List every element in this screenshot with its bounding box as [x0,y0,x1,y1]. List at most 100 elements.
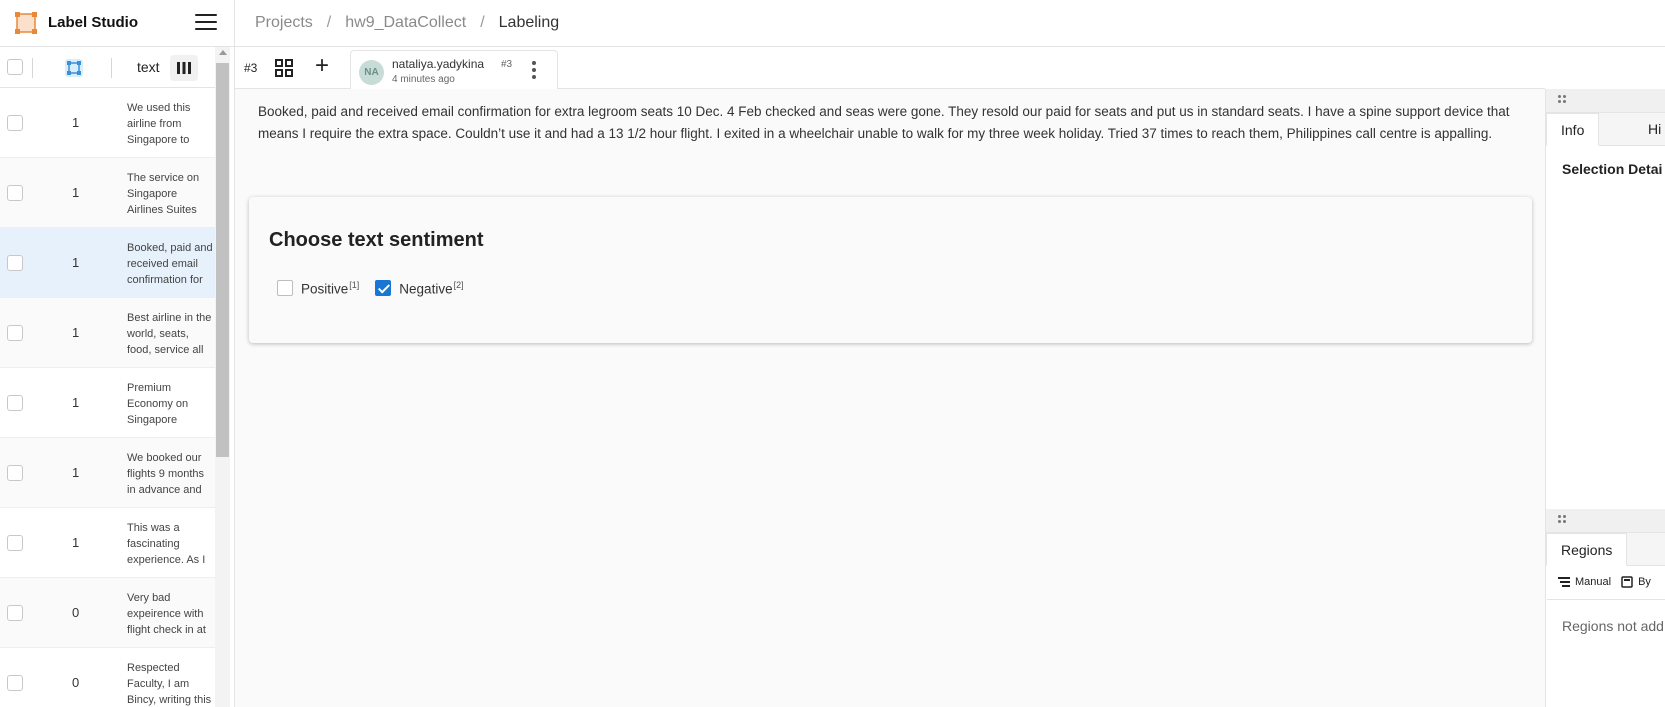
row-snippet: This was a fascinating experience. As I … [127,522,206,566]
brand: Label Studio [0,0,235,47]
row-checkbox[interactable] [7,535,23,551]
selection-details-title: Selection Detai [1562,161,1663,177]
columns-toggle-button[interactable] [170,55,198,81]
app-name: Label Studio [48,14,138,31]
choice-negative[interactable]: Negative[2] [375,280,464,297]
tab-regions[interactable]: Regions [1546,533,1628,566]
choice-label: Positive [301,281,349,297]
task-list-scrollbar[interactable] [215,47,230,707]
sort-icon [1558,577,1570,587]
group-by-label: By [1638,576,1651,588]
regions-panel-drag-handle[interactable] [1546,509,1665,533]
more-options-icon[interactable] [531,61,537,81]
task-list-panel: text 1 We used this airline from Singapo… [0,47,235,707]
regions-empty-text: Regions not add [1562,618,1664,634]
hotkey-hint: [2] [453,280,464,290]
row-value: 1 [72,115,80,130]
row-value: 0 [72,675,80,690]
row-checkbox[interactable] [7,255,23,271]
breadcrumb-projects[interactable]: Projects [255,14,313,32]
hotkey-hint: [1] [349,280,360,290]
row-snippet: Respected Faculty, I am Bincy, writing t… [127,662,212,706]
breadcrumb-project[interactable]: hw9_DataCollect [345,14,466,32]
table-row[interactable]: 0 Respected Faculty, I am Bincy, writing… [0,648,215,707]
panel-title: Choose text sentiment [269,229,484,251]
drag-grip-icon [1558,95,1566,107]
row-value: 1 [72,535,80,550]
row-value: 1 [72,325,80,340]
row-value: 1 [72,465,80,480]
task-list-header: text [0,47,215,88]
tab-info[interactable]: Info [1546,113,1600,146]
info-tabs: Info Hi [1546,113,1665,146]
row-snippet: We booked our flights 9 months in advanc… [127,452,205,496]
header-divider [32,58,33,78]
label-studio-logo-icon[interactable] [15,12,37,34]
menu-icon[interactable] [195,14,217,32]
breadcrumb-separator: / [326,14,332,31]
grid-view-icon[interactable] [273,57,295,79]
labeling-area: Booked, paid and received email confirma… [235,89,1545,707]
group-icon [1621,576,1633,588]
table-row[interactable]: 1 Best airline in the world, seats, food… [0,298,215,368]
table-row[interactable]: 1 This was a fascinating experience. As … [0,508,215,578]
row-checkbox[interactable] [7,465,23,481]
select-all-checkbox[interactable] [7,59,23,75]
sentiment-choices: Positive[1] Negative[2] [277,280,464,297]
row-value: 0 [72,605,80,620]
regions-tabs: Regions [1546,533,1665,566]
sentiment-panel: Choose text sentiment Positive[1] Negati… [249,197,1532,343]
regions-empty: Regions not add [1547,599,1665,707]
table-row[interactable]: 0 Very bad expeirence with flight check … [0,578,215,648]
annotator-name: nataliya.yadykina [392,57,485,71]
group-by-button[interactable]: By [1621,576,1651,588]
row-checkbox[interactable] [7,115,23,131]
row-checkbox[interactable] [7,605,23,621]
negative-checkbox[interactable] [375,280,392,297]
columns-icon [177,62,191,74]
breadcrumb-current: Labeling [498,14,560,31]
manual-order-button[interactable]: Manual [1558,576,1611,588]
avatar: NA [359,60,384,85]
row-value: 1 [72,395,80,410]
annotation-id: #3 [501,59,513,70]
table-row[interactable]: 1 Premium Economy on Singapore Airlines,… [0,368,215,438]
add-annotation-button[interactable]: + [315,54,329,78]
row-snippet: Very bad expeirence with flight check in… [127,592,206,636]
row-checkbox[interactable] [7,675,23,691]
row-checkbox[interactable] [7,185,23,201]
choice-positive[interactable]: Positive[1] [277,280,359,297]
row-snippet: The service on Singapore Airlines Suites… [127,172,200,216]
drag-grip-icon [1558,515,1566,527]
annotation-tab[interactable]: NA nataliya.yadykina #3 4 minutes ago [350,50,558,89]
side-panel: Info Hi Selection Detai Regions Manual B… [1545,89,1665,707]
scroll-up-icon[interactable] [219,50,227,55]
task-rows: 1 We used this airline from Singapore to… [0,88,215,707]
text-column-header[interactable]: text [137,59,160,75]
row-checkbox[interactable] [7,395,23,411]
top-header: Label Studio Projects / hw9_DataCollect … [0,0,1665,47]
table-row[interactable]: 1 We booked our flights 9 months in adva… [0,438,215,508]
annotation-time: 4 minutes ago [392,74,455,85]
table-row[interactable]: 1 We used this airline from Singapore to… [0,88,215,158]
choice-label: Negative [399,281,453,297]
breadcrumb-separator: / [480,14,485,31]
row-value: 1 [72,255,80,270]
table-row[interactable]: 1 The service on Singapore Airlines Suit… [0,158,215,228]
positive-checkbox[interactable] [277,280,293,297]
row-snippet: Premium Economy on Singapore Airlines, n… [127,382,189,426]
row-checkbox[interactable] [7,325,23,341]
row-snippet: We used this airline from Singapore to H… [127,102,191,146]
info-panel-drag-handle[interactable] [1546,89,1665,113]
scroll-thumb[interactable] [216,63,229,457]
tab-history[interactable]: Hi [1634,113,1665,146]
region-tools: Manual By [1546,567,1665,597]
table-row-active[interactable]: 1 Booked, paid and received email confir… [0,228,215,298]
header-divider [111,58,112,78]
annotations-column-icon[interactable] [65,59,83,77]
row-snippet: Best airline in the world, seats, food, … [127,312,212,356]
annotation-toolbar: #3 + NA nataliya.yadykina #3 4 minutes a… [235,47,1545,89]
row-snippet: Booked, paid and received email confirma… [127,242,213,286]
task-id: #3 [244,61,258,75]
manual-label: Manual [1575,576,1612,588]
